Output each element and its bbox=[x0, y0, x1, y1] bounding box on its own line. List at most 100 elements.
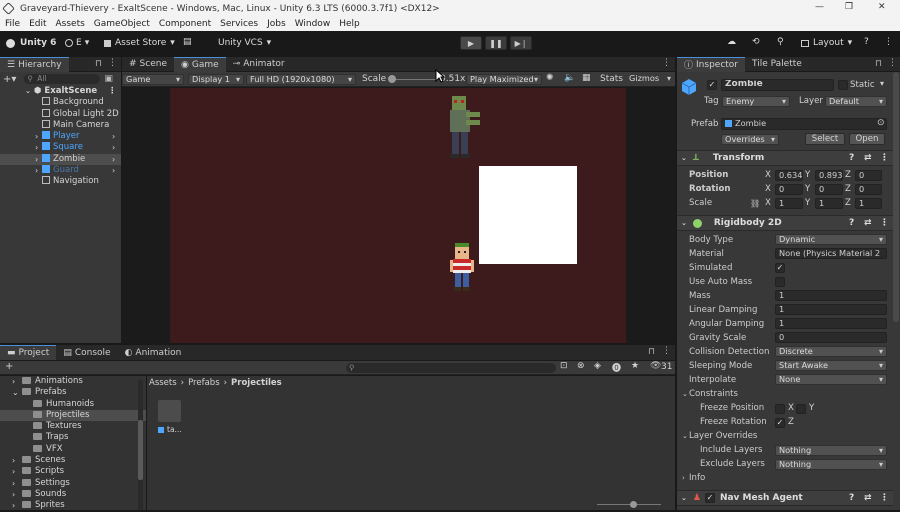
object-name-field[interactable]: Zombie bbox=[721, 79, 834, 91]
rigidbody-checkbox[interactable]: ✓ bbox=[775, 263, 785, 273]
layer-overrides-row[interactable]: ⌄ Layer Overrides bbox=[682, 429, 894, 443]
project-folder-item[interactable]: Textures bbox=[0, 421, 146, 432]
help-icon[interactable]: ? bbox=[849, 153, 854, 163]
game-mode-dropdown[interactable]: Game bbox=[122, 74, 184, 85]
gizmos-dropdown[interactable]: Gizmos bbox=[626, 74, 674, 85]
include-layers-dropdown[interactable]: Nothing bbox=[775, 445, 887, 456]
open-prefab-icon[interactable]: › bbox=[112, 165, 115, 176]
expand-arrow-icon[interactable]: › bbox=[12, 466, 15, 477]
project-folder-item[interactable]: VFX bbox=[0, 444, 146, 455]
static-checkbox[interactable] bbox=[838, 80, 848, 90]
stats-button[interactable]: Stats bbox=[600, 74, 623, 84]
scale-x-field[interactable]: 1 bbox=[775, 198, 803, 209]
expand-arrow-icon[interactable]: › bbox=[12, 455, 15, 466]
project-folder-item[interactable]: › Animations bbox=[0, 376, 146, 387]
lock-icon[interactable]: ⊓ bbox=[875, 59, 882, 69]
presets-icon[interactable]: ⇄ bbox=[864, 493, 872, 503]
more-icon[interactable]: ⋮ bbox=[108, 86, 117, 97]
tab-animation[interactable]: ◐ Animation bbox=[118, 345, 189, 360]
tab-scene[interactable]: # Scene bbox=[122, 57, 174, 72]
link-icon[interactable]: ⛓ bbox=[750, 199, 760, 208]
layout-dropdown[interactable]: Layout ▾ bbox=[801, 38, 852, 48]
rotation-x-field[interactable]: 0 bbox=[775, 184, 803, 195]
tab-tile-palette[interactable]: Tile Palette bbox=[745, 57, 809, 72]
lock-icon[interactable]: ⊓ bbox=[648, 347, 655, 357]
game-view[interactable] bbox=[122, 88, 675, 343]
scale-slider-thumb[interactable] bbox=[388, 75, 396, 83]
tab-inspector[interactable]: ⓘ Inspector bbox=[677, 56, 745, 72]
open-prefab-icon[interactable]: › bbox=[112, 142, 115, 153]
pause-button[interactable]: ❚❚ bbox=[485, 36, 507, 50]
hierarchy-item[interactable]: › › Square bbox=[0, 142, 121, 153]
hidden-count-icon[interactable]: 👁 bbox=[650, 361, 661, 371]
position-y-field[interactable]: 0.893 bbox=[815, 170, 843, 181]
tag-icon[interactable]: ◈ bbox=[594, 361, 601, 371]
more-icon[interactable]: ⋮ bbox=[888, 58, 897, 68]
asset-thumbnail[interactable] bbox=[158, 400, 181, 422]
more-icon[interactable]: ⋮ bbox=[662, 58, 671, 68]
display-dropdown[interactable]: Display 1 bbox=[188, 74, 244, 85]
more-icon[interactable]: ⋮ bbox=[108, 58, 117, 68]
rigidbody-checkbox[interactable] bbox=[775, 277, 785, 287]
open-button[interactable]: Open bbox=[849, 133, 885, 145]
expand-arrow-icon[interactable]: › bbox=[35, 154, 38, 165]
menu-assets[interactable]: Assets bbox=[56, 19, 85, 29]
cloud-icon[interactable]: ☁ bbox=[727, 37, 736, 47]
vsync-icon[interactable]: ✺ bbox=[546, 73, 554, 83]
constraints-row[interactable]: ⌄ Constraints bbox=[682, 387, 894, 401]
expand-arrow-icon[interactable]: › bbox=[12, 376, 15, 387]
menu-file[interactable]: File bbox=[5, 19, 20, 29]
breadcrumb-prefabs[interactable]: Prefabs bbox=[188, 378, 220, 388]
exclude-layers-dropdown[interactable]: Nothing bbox=[775, 459, 887, 470]
menu-window[interactable]: Window bbox=[295, 19, 331, 29]
search-icon[interactable]: ⚲ bbox=[777, 37, 784, 47]
package-icon[interactable]: ▤ bbox=[183, 37, 192, 47]
overrides-dropdown[interactable]: Overrides bbox=[721, 134, 779, 145]
project-folder-item[interactable]: ⌄ Prefabs bbox=[0, 387, 146, 398]
help-icon[interactable]: ? bbox=[849, 218, 854, 228]
rigidbody-field[interactable]: 1 bbox=[775, 318, 887, 329]
breadcrumb-assets[interactable]: Assets bbox=[149, 378, 177, 388]
history-icon[interactable]: ⟲ bbox=[752, 37, 760, 47]
rotation-z-field[interactable]: 0 bbox=[855, 184, 882, 195]
project-folder-item[interactable]: › Scripts bbox=[0, 466, 146, 477]
zoom-slider-thumb[interactable] bbox=[630, 501, 637, 508]
menu-help[interactable]: Help bbox=[339, 19, 360, 29]
play-button[interactable]: ▶ bbox=[460, 36, 482, 50]
nav-mesh-agent-header[interactable]: ⌄ ♟ ✓ Nav Mesh Agent ? ⇄ ⋮ bbox=[677, 490, 893, 506]
expand-arrow-icon[interactable]: › bbox=[35, 142, 38, 153]
expand-arrow-icon[interactable]: ⌄ bbox=[12, 387, 19, 398]
chevron-down-icon[interactable]: ▾ bbox=[880, 79, 884, 88]
more-icon[interactable]: ⋮ bbox=[884, 37, 893, 47]
rigidbody-field[interactable]: None (Physics Material 2 bbox=[775, 248, 887, 259]
rigidbody-dropdown[interactable]: Dynamic bbox=[775, 234, 887, 245]
open-prefab-icon[interactable]: › bbox=[112, 131, 115, 142]
freeze-position-x-checkbox[interactable] bbox=[775, 404, 785, 414]
hierarchy-search-input[interactable]: ⚲ All bbox=[24, 74, 101, 84]
rigidbody-dropdown[interactable]: Discrete bbox=[775, 346, 887, 357]
asset-store-button[interactable]: Asset Store ▾ bbox=[104, 38, 175, 48]
account-dropdown[interactable]: E ▾ bbox=[65, 38, 89, 48]
hierarchy-item[interactable]: › › Player bbox=[0, 131, 121, 142]
expand-arrow-icon[interactable]: › bbox=[35, 165, 38, 176]
presets-icon[interactable]: ⇄ bbox=[864, 218, 872, 228]
audio-icon[interactable]: 🔈 bbox=[564, 73, 575, 83]
select-button[interactable]: Select bbox=[805, 133, 845, 145]
rigidbody-field[interactable]: 1 bbox=[775, 304, 887, 315]
scale-y-field[interactable]: 1 bbox=[815, 198, 843, 209]
star-icon[interactable]: ★ bbox=[631, 361, 639, 371]
tab-game[interactable]: ◉ Game bbox=[174, 56, 226, 72]
hierarchy-item[interactable]: Background bbox=[0, 97, 121, 108]
target-icon[interactable]: ⊙ bbox=[877, 118, 885, 128]
layer-dropdown[interactable]: Default bbox=[825, 96, 887, 107]
more-icon[interactable]: ⋮ bbox=[880, 153, 889, 163]
scale-z-field[interactable]: 1 bbox=[855, 198, 882, 209]
game-canvas[interactable] bbox=[170, 88, 626, 343]
scale-slider-track[interactable] bbox=[390, 79, 438, 80]
freeze-rotation-z-checkbox[interactable]: ✓ bbox=[775, 418, 785, 428]
rigidbody-header[interactable]: ⌄ Rigidbody 2D ? ⇄ ⋮ bbox=[677, 215, 893, 231]
menu-component[interactable]: Component bbox=[159, 19, 211, 29]
hierarchy-item[interactable]: › › Guard bbox=[0, 165, 121, 176]
project-folder-item[interactable]: Traps bbox=[0, 432, 146, 443]
zoom-slider-track[interactable] bbox=[597, 504, 661, 505]
